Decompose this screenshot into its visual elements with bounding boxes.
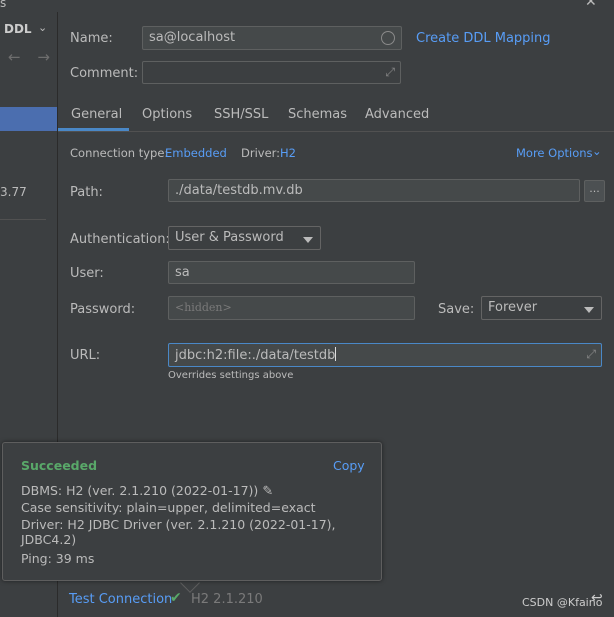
sidebar-item-value: 3.77 xyxy=(0,185,27,199)
url-hint: Overrides settings above xyxy=(168,370,294,381)
url-label: URL: xyxy=(70,348,101,363)
dropdown-arrow-icon xyxy=(584,307,594,313)
user-label: User: xyxy=(70,266,104,281)
sidebar-divider xyxy=(0,219,46,220)
expand-icon[interactable]: ⤢ xyxy=(385,64,395,80)
driver-version: H2 2.1.210 xyxy=(191,592,263,607)
tabs-divider xyxy=(58,131,614,132)
more-options-link[interactable]: More Options xyxy=(516,146,593,160)
user-field[interactable]: sa xyxy=(168,261,415,284)
sidebar-title: DDL xyxy=(4,22,32,36)
save-dropdown[interactable]: Forever xyxy=(481,296,602,320)
chevron-down-icon[interactable]: ⌄ xyxy=(38,21,47,34)
nav-arrows-icon[interactable]: ← → xyxy=(8,48,56,66)
copy-link[interactable]: Copy xyxy=(333,458,365,473)
driver-link[interactable]: H2 xyxy=(280,146,296,160)
checkmark-icon: ✔ xyxy=(170,590,182,606)
chevron-down-icon[interactable]: ⌄ xyxy=(592,144,602,158)
create-ddl-mapping-link[interactable]: Create DDL Mapping xyxy=(416,31,551,46)
authentication-label: Authentication: xyxy=(70,232,170,247)
title-strip: s ✕ xyxy=(0,0,614,12)
driver-label: Driver: xyxy=(241,146,281,160)
dbms-line: DBMS: H2 (ver. 2.1.210 (2022-01-17)) ✎ xyxy=(21,483,273,499)
tab-general[interactable]: General xyxy=(71,107,122,122)
color-circle-icon[interactable] xyxy=(381,31,395,45)
tab-options[interactable]: Options xyxy=(142,107,192,122)
dropdown-arrow-icon xyxy=(303,237,313,243)
password-placeholder: <hidden> xyxy=(175,301,232,314)
comment-field[interactable]: ⤢ xyxy=(142,61,401,84)
driver-line: Driver: H2 JDBC Driver (ver. 2.1.210 (20… xyxy=(21,517,336,547)
sidebar-selected-item[interactable] xyxy=(0,107,57,131)
status-succeeded: Succeeded xyxy=(21,458,98,473)
path-label: Path: xyxy=(70,185,103,200)
ping-line: Ping: 39 ms xyxy=(21,551,95,566)
authentication-value: User & Password xyxy=(175,230,284,245)
text-caret xyxy=(335,347,337,361)
connection-type-link[interactable]: Embedded xyxy=(165,146,227,160)
password-field[interactable]: <hidden> xyxy=(168,296,415,320)
name-field[interactable]: sa@localhost xyxy=(142,26,402,50)
tab-ssh-ssl[interactable]: SSH/SSL xyxy=(214,107,268,122)
browse-button[interactable]: ... xyxy=(584,180,605,202)
name-value: sa@localhost xyxy=(149,30,236,45)
save-value: Forever xyxy=(488,300,538,315)
expand-icon[interactable]: ⤢ xyxy=(586,346,596,362)
url-value: jdbc:h2:file:./data/testdb xyxy=(175,348,336,363)
password-label: Password: xyxy=(70,302,136,317)
test-connection-link[interactable]: Test Connection xyxy=(69,592,172,607)
user-value: sa xyxy=(175,265,190,280)
path-value: ./data/testdb.mv.db xyxy=(175,183,303,198)
tab-advanced[interactable]: Advanced xyxy=(365,107,429,122)
case-sensitivity-line: Case sensitivity: plain=upper, delimited… xyxy=(21,500,316,515)
path-field[interactable]: ./data/testdb.mv.db xyxy=(168,179,580,202)
undo-icon[interactable]: ↩ xyxy=(591,590,603,606)
close-icon[interactable]: ✕ xyxy=(585,0,597,10)
test-result-popup: Succeeded Copy DBMS: H2 (ver. 2.1.210 (2… xyxy=(2,442,382,581)
authentication-dropdown[interactable]: User & Password xyxy=(168,226,321,250)
comment-label: Comment: xyxy=(70,66,139,81)
title-fragment: s xyxy=(0,0,7,10)
url-field[interactable]: jdbc:h2:file:./data/testdb ⤢ xyxy=(168,343,602,367)
pencil-icon[interactable]: ✎ xyxy=(258,484,273,499)
connection-type-label: Connection type: xyxy=(70,146,169,160)
tab-schemas[interactable]: Schemas xyxy=(288,107,347,122)
save-label: Save: xyxy=(438,302,475,317)
dbms-text: DBMS: H2 (ver. 2.1.210 (2022-01-17)) xyxy=(21,483,259,498)
name-label: Name: xyxy=(70,31,113,46)
